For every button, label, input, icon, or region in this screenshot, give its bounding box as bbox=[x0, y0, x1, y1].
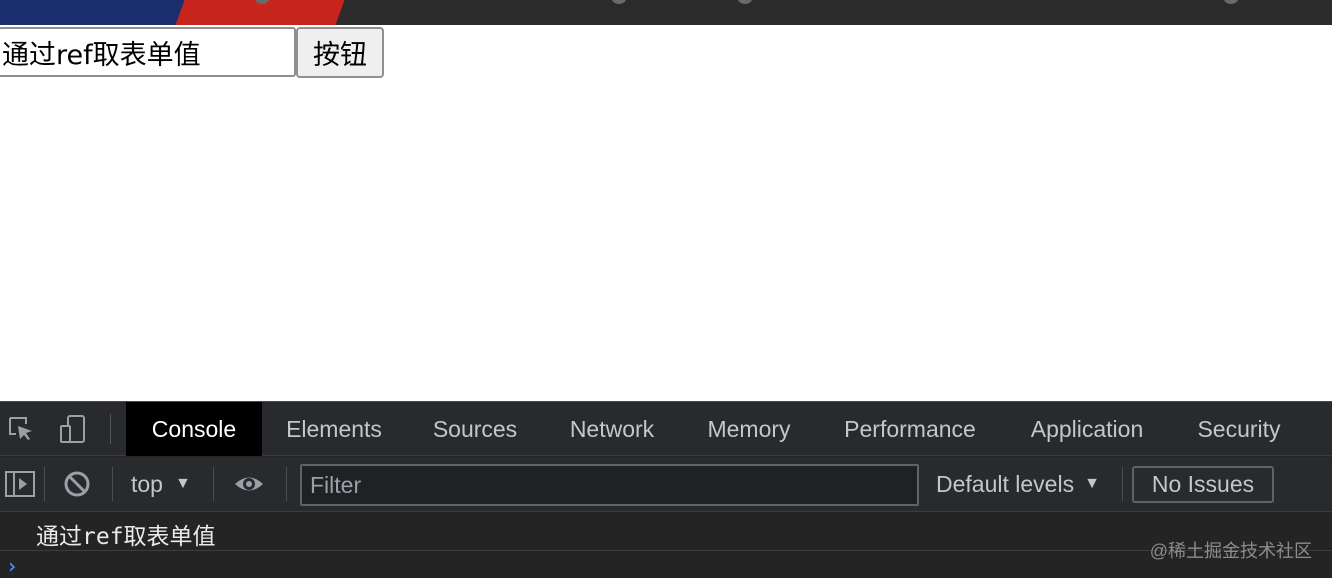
clear-console-icon[interactable] bbox=[61, 468, 93, 500]
toolbar-separator bbox=[1122, 467, 1123, 501]
devtools-tabbar: Console Elements Sources Network Memory … bbox=[0, 402, 1332, 456]
tab-security[interactable]: Security bbox=[1180, 402, 1298, 456]
toolbar-separator bbox=[286, 467, 287, 501]
issues-button[interactable]: No Issues bbox=[1132, 466, 1274, 503]
tab-separator bbox=[110, 414, 111, 444]
tab-application[interactable]: Application bbox=[1012, 402, 1162, 456]
tab-sources[interactable]: Sources bbox=[416, 402, 534, 456]
context-label: top bbox=[131, 470, 163, 497]
console-prompt-icon[interactable]: › bbox=[6, 554, 18, 578]
filter-input[interactable] bbox=[300, 464, 919, 506]
console-message: 通过ref取表单值 bbox=[0, 513, 1332, 551]
toolbar-separator bbox=[112, 467, 113, 501]
eye-icon[interactable] bbox=[233, 468, 265, 500]
log-levels-dropdown[interactable]: Default levels ▼ bbox=[936, 467, 1100, 501]
strip-dot bbox=[612, 0, 626, 4]
ref-text-input[interactable] bbox=[0, 27, 296, 77]
sidebar-toggle-icon[interactable] bbox=[4, 468, 36, 500]
watermark: @稀土掘金技术社区 bbox=[1149, 541, 1312, 561]
toolbar-separator bbox=[213, 467, 214, 501]
strip-dot bbox=[1224, 0, 1238, 4]
context-selector[interactable]: top ▼ bbox=[131, 467, 191, 501]
page-content: 按钮 bbox=[0, 25, 1332, 401]
device-toggle-icon[interactable] bbox=[58, 414, 88, 444]
tab-network[interactable]: Network bbox=[552, 402, 672, 456]
dropdown-arrow-icon: ▼ bbox=[1084, 475, 1100, 492]
submit-button[interactable]: 按钮 bbox=[296, 27, 384, 78]
console-message-text: 通过ref取表单值 bbox=[36, 524, 216, 550]
dropdown-arrow-icon: ▼ bbox=[174, 475, 191, 492]
tab-elements[interactable]: Elements bbox=[270, 402, 398, 456]
devtools-panel: Console Elements Sources Network Memory … bbox=[0, 401, 1332, 578]
log-levels-label: Default levels bbox=[936, 470, 1075, 497]
strip-blue-shape bbox=[0, 0, 190, 25]
tab-memory[interactable]: Memory bbox=[690, 402, 808, 456]
toolbar-separator bbox=[44, 467, 45, 501]
browser-top-strip bbox=[0, 0, 1332, 25]
strip-dot bbox=[738, 0, 752, 4]
inspect-element-icon[interactable] bbox=[6, 414, 36, 444]
tab-console[interactable]: Console bbox=[126, 402, 262, 456]
tab-performance[interactable]: Performance bbox=[826, 402, 994, 456]
console-toolbar: top ▼ Default levels ▼ No Issues bbox=[0, 457, 1332, 512]
